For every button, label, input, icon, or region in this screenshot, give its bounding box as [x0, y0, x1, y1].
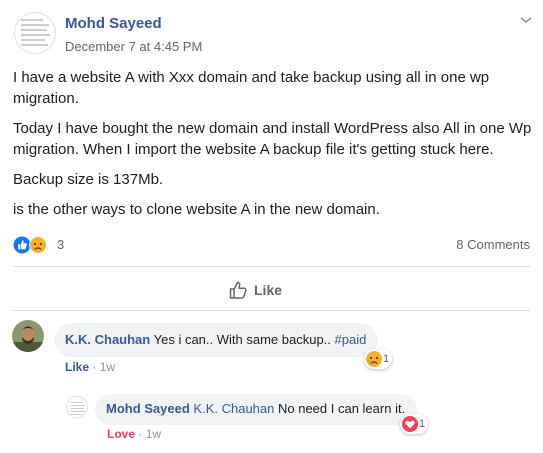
like-button-label: Like	[254, 282, 283, 298]
love-icon	[402, 416, 418, 432]
reply-mention-link[interactable]: K.K. Chauhan	[193, 401, 274, 416]
post-paragraph: Today I have bought the new domain and i…	[13, 120, 532, 158]
hashtag-link[interactable]: #paid	[335, 332, 367, 347]
divider	[13, 310, 530, 311]
like-icon	[13, 236, 31, 254]
post-body: I have a website A with Xxx domain and t…	[13, 67, 533, 229]
chevron-down-icon[interactable]	[519, 15, 533, 25]
reply-author[interactable]: Mohd Sayeed	[106, 401, 190, 416]
comment-reaction-badge[interactable]: 1	[364, 349, 393, 369]
reply-love-action[interactable]: Love	[107, 427, 135, 441]
like-button[interactable]: Like	[228, 278, 282, 302]
comment-bubble: K.K. Chauhan Yes i can.. With same backu…	[54, 323, 379, 357]
comment-like-action[interactable]: Like	[65, 360, 89, 374]
divider	[13, 266, 530, 267]
post-timestamp[interactable]: December 7 at 4:45 PM	[65, 39, 202, 54]
reply-reaction-badge[interactable]: 1	[400, 414, 429, 434]
comment-text: Yes i can.. With same backup..	[153, 332, 335, 347]
meta-separator: ·	[135, 427, 146, 441]
post-author-name[interactable]: Mohd Sayeed	[65, 15, 162, 32]
comment-author[interactable]: K.K. Chauhan	[65, 332, 150, 347]
reply-time[interactable]: 1w	[146, 427, 161, 441]
sad-icon	[366, 351, 382, 367]
meta-separator: ·	[89, 360, 100, 374]
sad-icon	[29, 236, 47, 254]
comment-meta: Like · 1w	[65, 360, 115, 374]
commenter-avatar[interactable]	[12, 320, 44, 352]
comment-time[interactable]: 1w	[100, 360, 115, 374]
reply-reaction-count: 1	[419, 418, 426, 430]
thumbs-up-icon	[229, 281, 247, 299]
post-paragraph: is the other ways to clone website A in …	[13, 201, 380, 218]
post-author-avatar[interactable]	[14, 12, 56, 54]
post-paragraph: Backup size is 137Mb.	[13, 171, 164, 188]
reply-bubble: Mohd Sayeed K.K. Chauhan No need I can l…	[95, 394, 418, 425]
reaction-icons[interactable]	[13, 236, 53, 254]
reaction-count[interactable]: 3	[57, 236, 64, 254]
post-paragraph: I have a website A with Xxx domain and t…	[13, 69, 490, 107]
comment-reaction-count: 1	[383, 353, 390, 365]
reply-meta: Love · 1w	[107, 427, 161, 441]
reply-author-avatar[interactable]	[66, 396, 88, 418]
reply-text: No need I can learn it.	[274, 401, 406, 416]
comments-count-link[interactable]: 8 Comments	[456, 236, 530, 254]
